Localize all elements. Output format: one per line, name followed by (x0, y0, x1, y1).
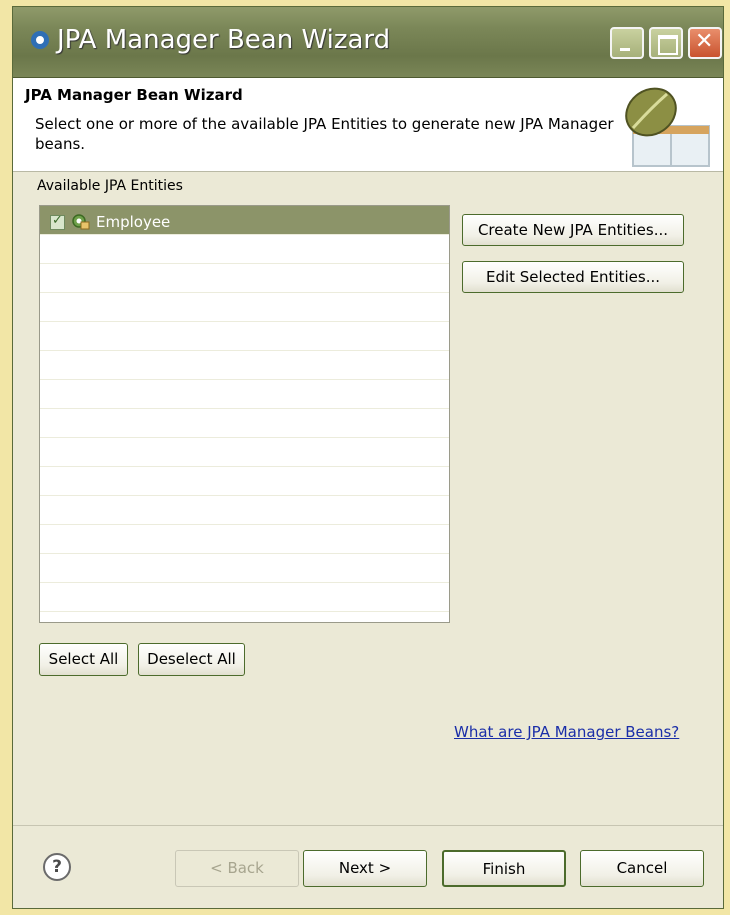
empty-row (40, 554, 449, 583)
select-all-button[interactable]: Select All (39, 643, 128, 676)
window-title: JPA Manager Bean Wizard (57, 25, 391, 55)
cancel-button[interactable]: Cancel (580, 850, 704, 887)
empty-row (40, 322, 449, 351)
wizard-header: JPA Manager Bean Wizard Select one or mo… (13, 78, 723, 172)
empty-row (40, 496, 449, 525)
empty-row (40, 380, 449, 409)
page-description: Select one or more of the available JPA … (35, 115, 614, 153)
wizard-window: JPA Manager Bean Wizard JPA Manager Bean… (12, 6, 724, 909)
empty-row (40, 264, 449, 293)
empty-row (40, 235, 449, 264)
create-new-entities-button[interactable]: Create New JPA Entities... (462, 214, 684, 246)
help-icon[interactable]: ? (43, 853, 71, 881)
empty-row (40, 467, 449, 496)
list-item[interactable]: Employee (40, 206, 449, 235)
edit-selected-entities-button[interactable]: Edit Selected Entities... (462, 261, 684, 293)
footer-divider (13, 825, 723, 826)
minimize-button[interactable] (610, 27, 644, 59)
deselect-all-button[interactable]: Deselect All (138, 643, 245, 676)
checkbox[interactable] (50, 213, 65, 230)
empty-row (40, 583, 449, 612)
app-icon (31, 31, 49, 49)
entities-list[interactable]: Employee (39, 205, 450, 623)
back-button[interactable]: < Back (175, 850, 299, 887)
entity-label: Employee (96, 213, 171, 231)
empty-row (40, 293, 449, 322)
empty-row (40, 409, 449, 438)
empty-row (40, 525, 449, 554)
help-link[interactable]: What are JPA Manager Beans? (454, 723, 679, 741)
empty-row (40, 438, 449, 467)
maximize-button[interactable] (649, 27, 683, 59)
page-title: JPA Manager Bean Wizard (25, 86, 243, 104)
available-entities-label: Available JPA Entities (37, 178, 183, 194)
next-button[interactable]: Next > (303, 850, 427, 887)
empty-row (40, 351, 449, 380)
bean-wizard-icon (625, 87, 710, 167)
title-bar[interactable]: JPA Manager Bean Wizard (13, 7, 723, 78)
finish-button[interactable]: Finish (442, 850, 566, 887)
entity-icon (72, 214, 90, 230)
close-button[interactable] (688, 27, 722, 59)
